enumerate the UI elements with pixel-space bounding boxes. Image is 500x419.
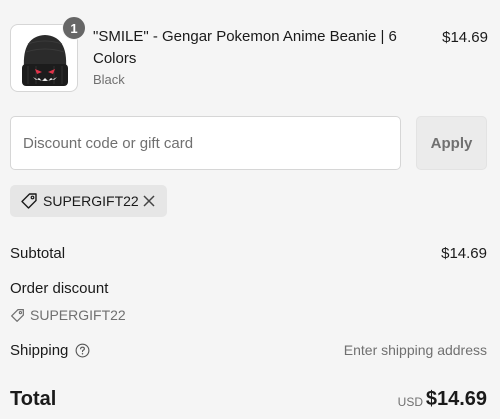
cart-line-item: 1 "SMILE" - Gengar Pokemon Anime Beanie … (10, 16, 490, 94)
subtotal-label: Subtotal (10, 245, 66, 262)
tag-icon (21, 193, 37, 209)
applied-discount-chip: SUPERGIFT22 (10, 185, 167, 217)
product-title: "SMILE" - Gengar Pokemon Anime Beanie | … (93, 28, 397, 67)
shipping-label: Shipping (10, 342, 69, 359)
product-variant: Black (93, 72, 125, 87)
total-label: Total (10, 388, 57, 410)
discount-code-input[interactable] (10, 116, 401, 170)
tag-icon (11, 309, 24, 322)
total-value: $14.69 (425, 388, 487, 410)
apply-button[interactable]: Apply (416, 116, 487, 170)
beanie-icon (22, 35, 68, 86)
product-price: $14.69 (442, 29, 488, 46)
help-icon[interactable] (75, 343, 90, 358)
shipping-value: Enter shipping address (343, 342, 487, 358)
currency-code: USD (397, 395, 423, 409)
applied-code-label: SUPERGIFT22 (43, 193, 139, 209)
order-discount-label: Order discount (10, 280, 109, 297)
quantity-badge: 1 (62, 16, 86, 40)
order-discount-code-text: SUPERGIFT22 (30, 307, 126, 323)
subtotal-value: $14.69 (441, 245, 487, 262)
close-icon[interactable] (142, 194, 156, 208)
